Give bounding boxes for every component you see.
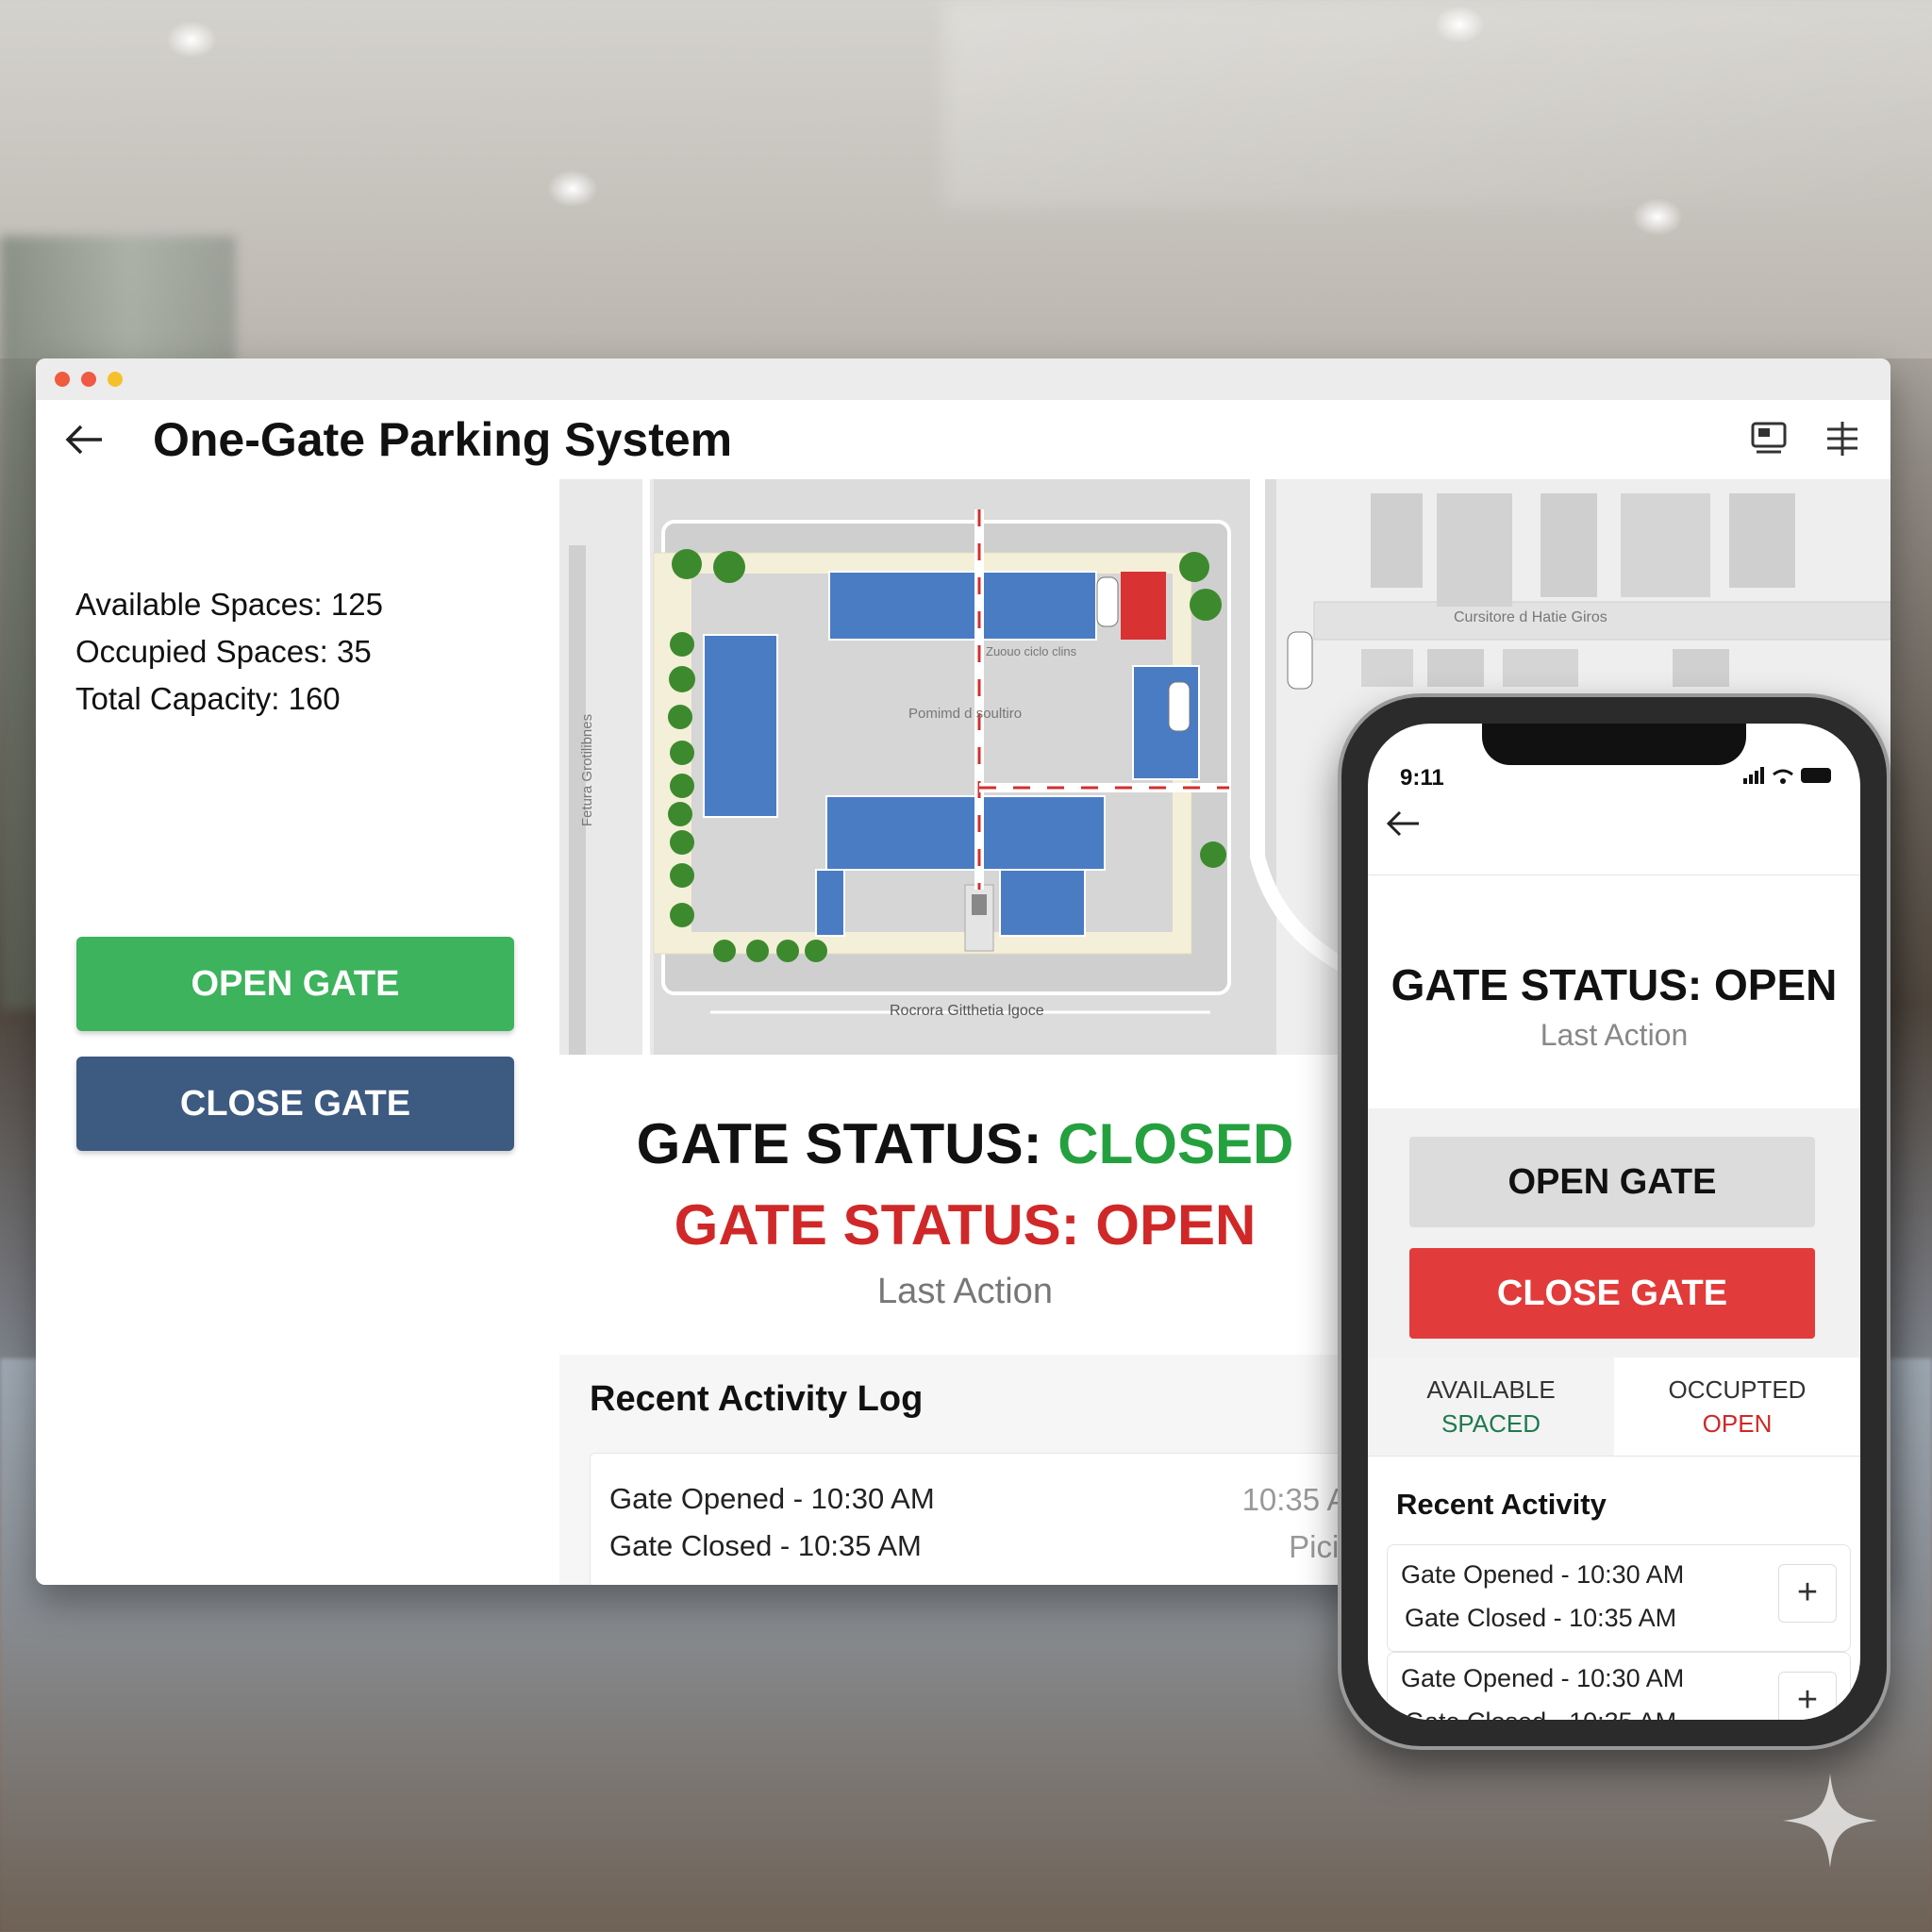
header-actions: [1747, 419, 1864, 462]
map-label-left: Fetura Grotilibnes: [579, 713, 596, 827]
phone-controls: OPEN GATE CLOSE GATE: [1368, 1108, 1860, 1357]
activity-log-panel: Recent Activity Log Gate Opened - 10:30 …: [559, 1355, 1374, 1585]
phone-clock: 9:11: [1400, 765, 1444, 791]
phone-stat-tabs: AVAILABLE SPACED OCCUPTED OPEN: [1368, 1357, 1860, 1456]
gate-status-open: GATE STATUS: OPEN: [674, 1193, 1257, 1257]
window-titlebar: [36, 358, 1890, 400]
gate-status-closed: GATE STATUS: CLOSED: [559, 1111, 1371, 1176]
map-label-top-right: Cursitore d Hatie Giros: [1454, 609, 1607, 625]
monitor-icon[interactable]: [1747, 419, 1790, 462]
gate-status-closed-word: CLOSED: [1058, 1112, 1294, 1175]
map-label-barrier: Zuouo ciclo clins: [986, 644, 1077, 658]
gate-status-prefix: GATE STATUS:: [636, 1112, 1058, 1175]
window-close-dot[interactable]: [55, 372, 70, 387]
gate-status-panel: GATE STATUS: CLOSED GATE STATUS: OPEN La…: [559, 1055, 1371, 1356]
filter-sliders-icon[interactable]: [1821, 419, 1864, 462]
log-entry-text: Gate Closed - 10:35 AM: [609, 1529, 922, 1562]
window-maximize-dot[interactable]: [108, 372, 123, 387]
ceiling-light: [1434, 6, 1485, 43]
phone-activity-line: Gate Closed - 10:35 AM: [1405, 1604, 1677, 1632]
phone-activity-line: Gate Opened - 10:30 AM: [1401, 1560, 1685, 1589]
activity-log-title: Recent Activity Log: [590, 1379, 924, 1419]
available-spaces-text: Available Spaces: 125: [75, 587, 383, 622]
tab-available-value: SPACED: [1441, 1409, 1541, 1438]
page-title: One-Gate Parking System: [153, 413, 733, 466]
log-entry-text: Gate Opened - 10:30 AM: [609, 1482, 935, 1515]
phone-recent-activity-title: Recent Activity: [1396, 1488, 1607, 1521]
sparkle-icon: [1783, 1774, 1877, 1868]
app-header: One-Gate Parking System: [36, 400, 1890, 480]
phone-activity-line: Gate Closed - 10:35 AM: [1405, 1707, 1676, 1720]
tab-available-label: AVAILABLE: [1426, 1375, 1556, 1404]
ceiling-light: [166, 21, 217, 58]
phone-divider: [1368, 874, 1860, 875]
log-entry: Gate Opened - 10:30 AM: [609, 1482, 935, 1516]
signal-wifi-battery-icon: [1741, 765, 1836, 791]
phone-divider: [1368, 1456, 1860, 1457]
back-arrow-icon[interactable]: [62, 417, 108, 462]
tab-occupied-value: OPEN: [1702, 1409, 1773, 1438]
phone-last-action: Last Action: [1540, 1018, 1689, 1052]
occupied-spaces-text: Occupied Spaces: 35: [75, 634, 372, 669]
map-label-center: Pomimd d soultiro: [908, 706, 1023, 722]
log-entry: Gate Closed - 10:35 AM: [609, 1529, 922, 1563]
phone-back-arrow-icon[interactable]: [1385, 805, 1423, 852]
mobile-phone: 9:11 GATE STATUS: OPEN Last Action OPEN …: [1338, 693, 1890, 1750]
plus-icon[interactable]: +: [1778, 1564, 1837, 1623]
window-minimize-dot[interactable]: [81, 372, 96, 387]
map-label-bottom: Rocrora Gitthetia lgoce: [890, 1003, 1044, 1019]
ceiling-light: [547, 170, 598, 208]
phone-close-gate-button[interactable]: CLOSE GATE: [1409, 1248, 1815, 1339]
open-gate-button[interactable]: OPEN GATE: [76, 937, 514, 1031]
tab-available[interactable]: AVAILABLE SPACED: [1368, 1357, 1614, 1456]
phone-notch: [1482, 724, 1746, 765]
phone-screen: 9:11 GATE STATUS: OPEN Last Action OPEN …: [1368, 724, 1860, 1720]
total-capacity-text: Total Capacity: 160: [75, 681, 341, 716]
left-panel: Available Spaces: 125 Occupied Spaces: 3…: [36, 479, 559, 1585]
plus-icon[interactable]: +: [1778, 1672, 1837, 1720]
phone-activity-card: Gate Opened - 10:30 AM Gate Closed - 10:…: [1387, 1652, 1851, 1720]
close-gate-button[interactable]: CLOSE GATE: [76, 1057, 514, 1151]
phone-gate-status: GATE STATUS: OPEN: [1391, 960, 1838, 1009]
last-action-label: Last Action: [877, 1272, 1053, 1311]
tab-occupied[interactable]: OCCUPTED OPEN: [1614, 1357, 1860, 1456]
ceiling-light: [1632, 198, 1683, 236]
phone-activity-card: Gate Opened - 10:30 AM Gate Closed - 10:…: [1387, 1544, 1851, 1652]
phone-activity-line: Gate Opened - 10:30 AM: [1401, 1664, 1685, 1692]
phone-open-gate-button[interactable]: OPEN GATE: [1409, 1137, 1815, 1227]
capacity-stats: Available Spaces: 125 Occupied Spaces: 3…: [75, 581, 383, 723]
activity-log-card: Gate Opened - 10:30 AM 10:35 AM Gate Clo…: [590, 1453, 1374, 1585]
tab-occupied-label: OCCUPTED: [1668, 1375, 1807, 1404]
